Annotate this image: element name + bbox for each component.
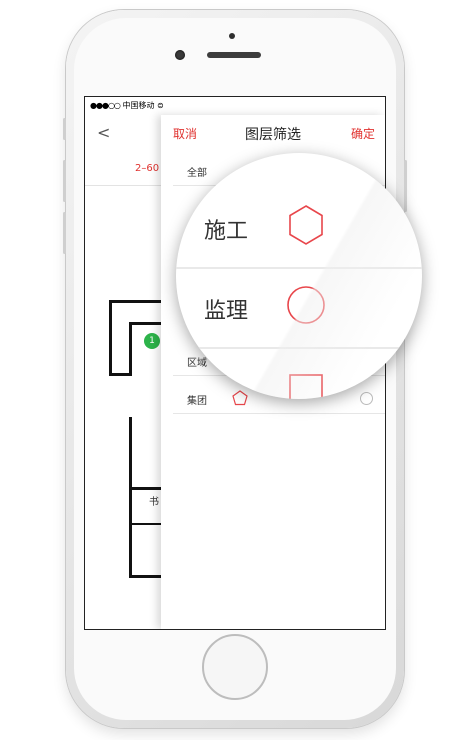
plan-wall [109,300,112,376]
carrier-label: 中国移动 [122,101,155,110]
plan-wall [129,575,165,578]
magnifier-lens: 施工 监理 [176,153,422,399]
speaker-grille [207,52,261,58]
plan-wall [129,322,132,376]
volume-button [63,212,66,254]
wifi-icon: ⊜ [157,101,164,110]
background-nav-bar: < [85,115,165,155]
plan-wall [129,523,165,525]
panel-header: 取消 图层筛选 确定 [161,115,385,151]
plan-wall [109,373,131,376]
plan-wall [129,322,165,325]
volume-button [63,118,66,140]
front-sensor-icon [229,33,235,39]
plan-wall [129,417,132,577]
status-bar: ●●●○○ 中国移动 ⊜ [85,97,385,115]
camera-icon [175,50,185,60]
volume-button [63,160,66,202]
back-icon[interactable]: < [97,123,110,142]
background-subtitle: 2–60 [135,163,160,174]
lens-glare [176,153,422,399]
signal-icon: ●●●○○ [90,101,121,110]
confirm-button[interactable]: 确定 [351,125,375,142]
background-subheader: 2–60 [85,155,165,186]
marker-pin[interactable]: 1 [144,333,160,349]
floor-plan: 书 [85,187,165,629]
plan-wall [129,487,165,490]
room-label: 书 [149,497,159,508]
home-button[interactable] [202,634,268,700]
plan-wall [109,300,165,303]
